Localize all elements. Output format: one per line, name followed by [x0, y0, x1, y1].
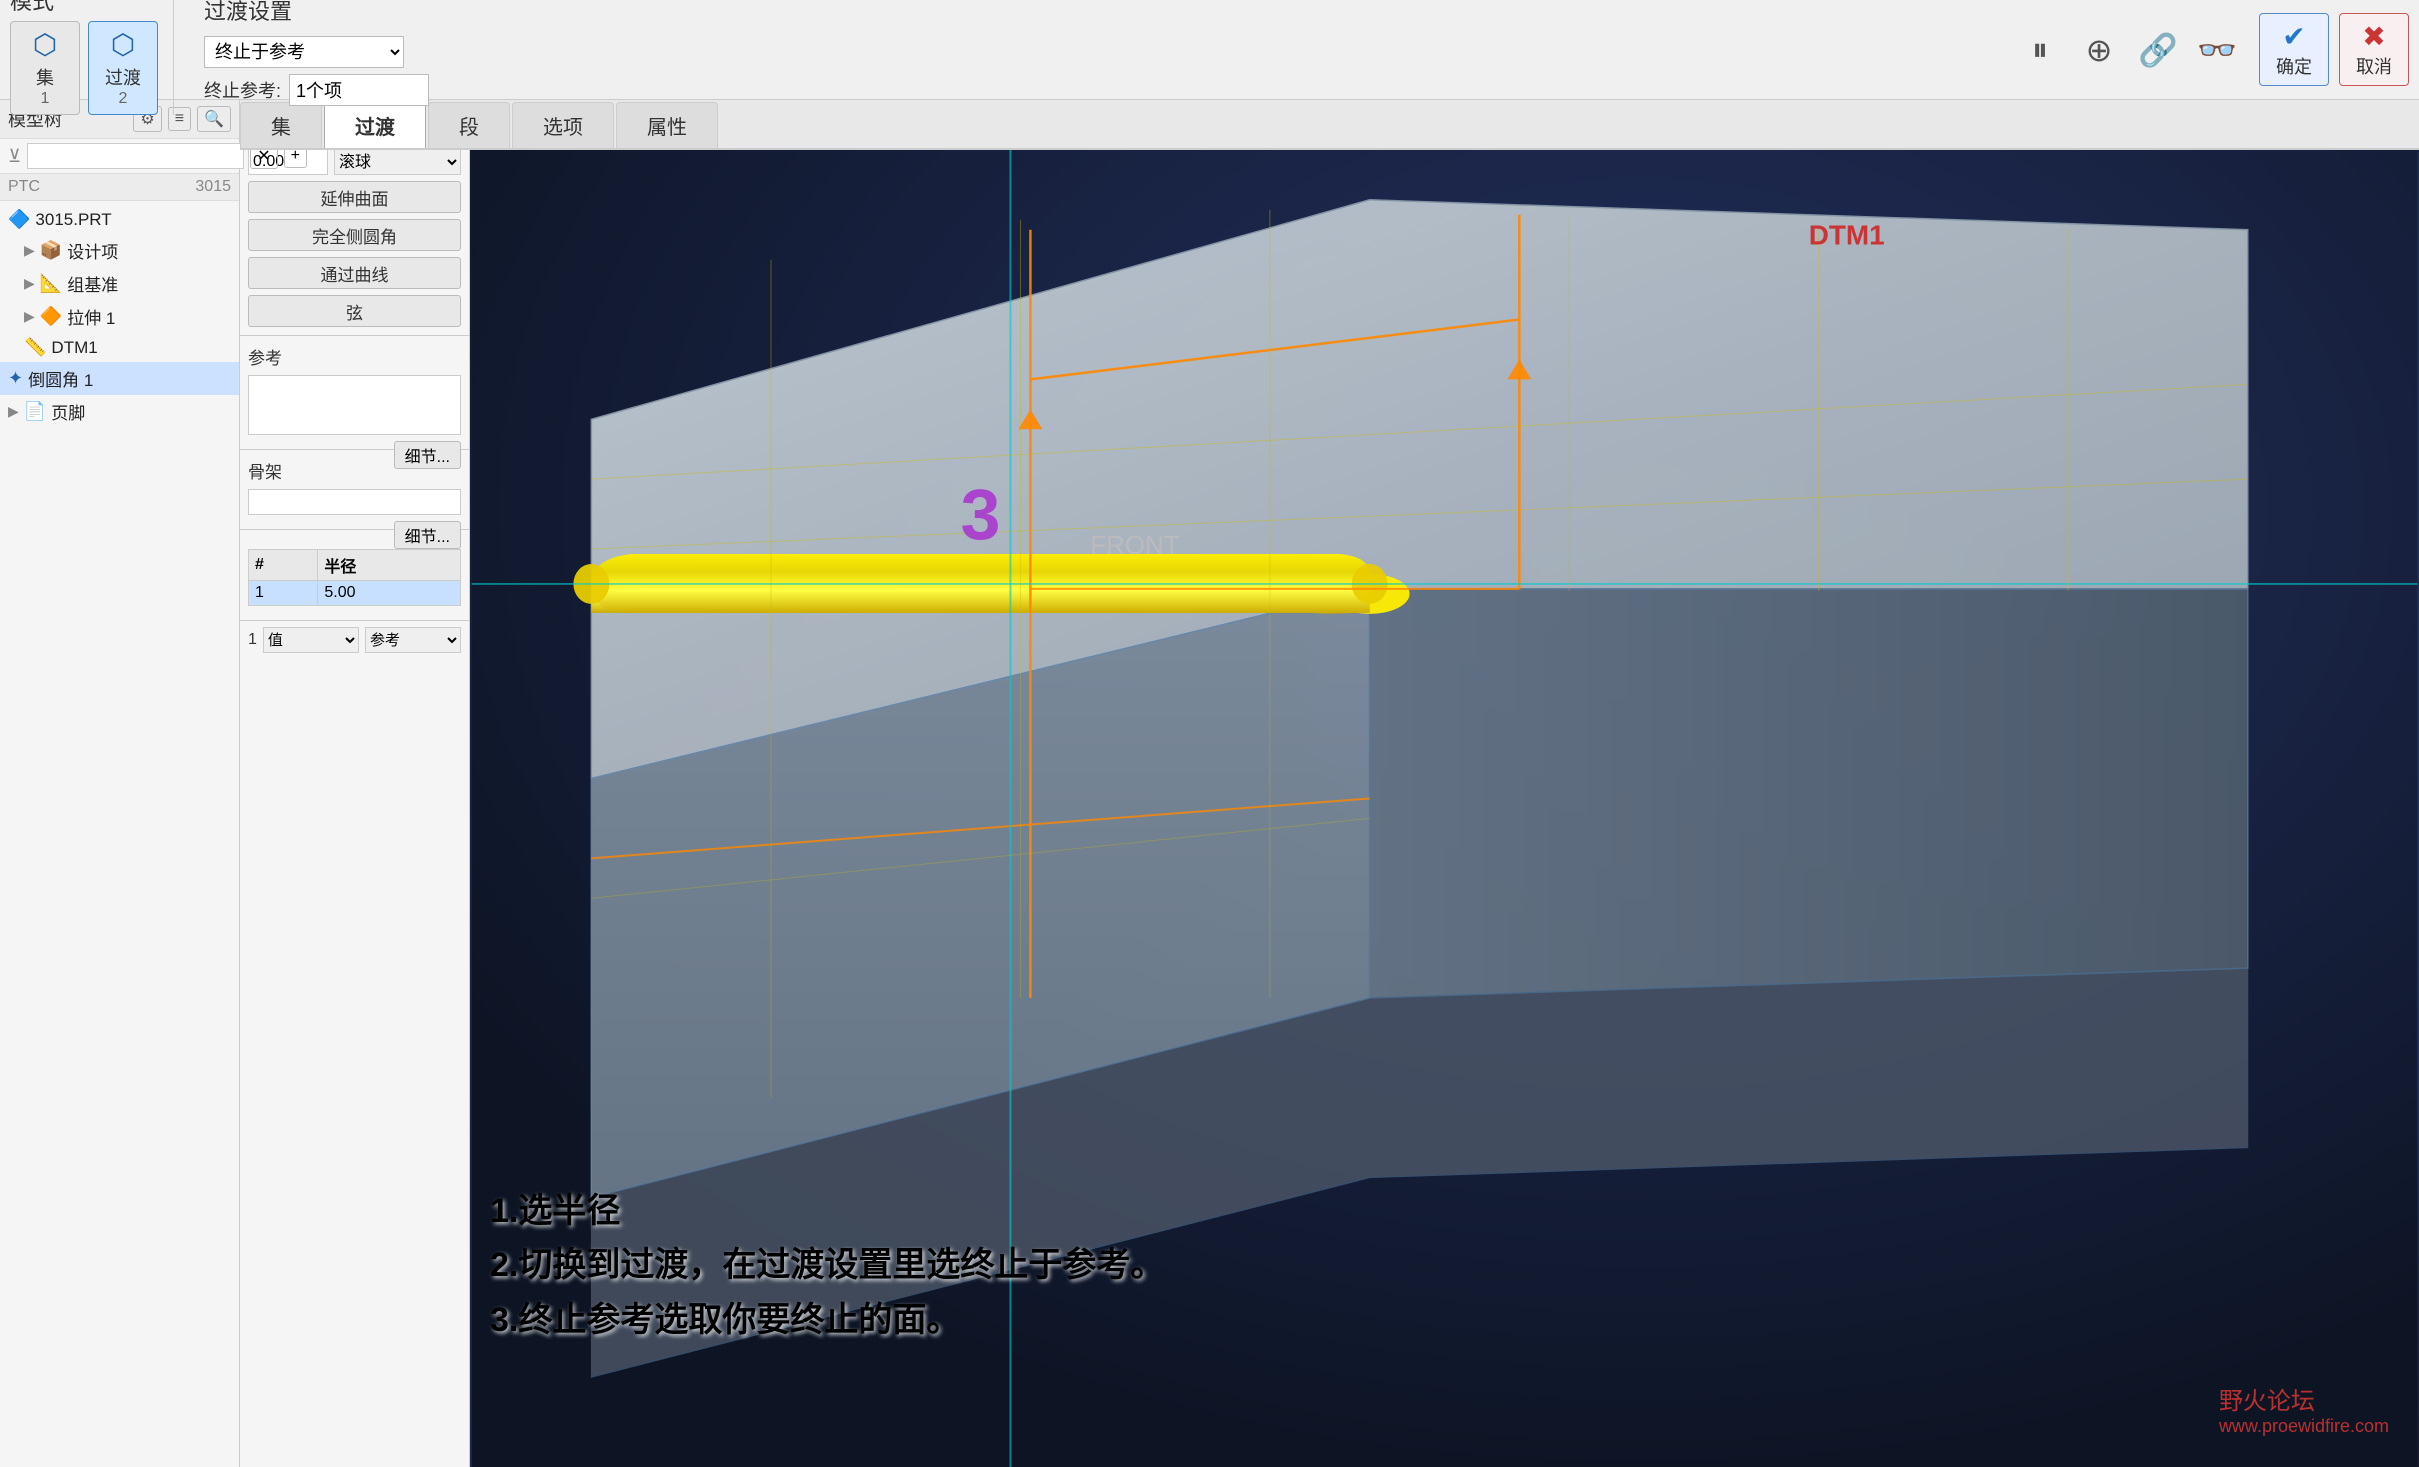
transition-mode-button[interactable]: ⬡ 过渡 2 [88, 21, 158, 115]
ptc-label: PTC [8, 178, 40, 196]
ref-box [248, 375, 461, 435]
filter-icon: ⊻ [8, 146, 21, 167]
cancel-label: 取消 [2356, 53, 2392, 79]
confirm-label: 确定 [2276, 53, 2312, 79]
viewport: DTM1 FRONT 3 1.选半径 2.切换到过渡，在过渡设置里选终止于参考。… [470, 100, 2419, 1467]
tab-segment[interactable]: 段 [428, 102, 510, 148]
end-ref-row: 终止参考: [204, 74, 429, 106]
svg-text:3: 3 [961, 475, 1001, 555]
radius-value: 5.00 [318, 581, 461, 606]
set-btn-num: 1 [41, 90, 50, 108]
tree-search-toggle-button[interactable]: 🔍 [197, 106, 231, 132]
ref-details-button[interactable]: 细节... [394, 441, 461, 469]
end-ref-label: 终止参考: [204, 77, 281, 103]
mode-buttons: ⬡ 集 1 ⬡ 过渡 2 [10, 21, 158, 115]
glasses-button[interactable]: 👓 [2195, 28, 2239, 72]
param-value-row: 滚球 可变扫描 固定 [248, 149, 461, 175]
skeleton-input[interactable] [248, 489, 461, 515]
tab-set[interactable]: 集 [240, 102, 322, 148]
transition-type-select[interactable]: 终止于参考 延伸 自然 切线 [204, 36, 404, 68]
annotation-line1: 1.选半径 [490, 1184, 1164, 1238]
tab-properties[interactable]: 属性 [616, 102, 718, 148]
tree-item-3015prt[interactable]: 🔷 3015.PRT [0, 205, 239, 234]
skeleton-details-button[interactable]: 细节... [394, 521, 461, 549]
watermark-main: 野火论坛 [2219, 1381, 2389, 1416]
bottom-controls: 1 值 参考 选项 参考 [240, 621, 469, 659]
col-num: # [249, 550, 318, 581]
right-panel: 集 1 圆形 D1xD2椭圆 D1xD2倒角 滚球 可变扫描 固定 延伸曲面 完… [240, 100, 470, 1467]
tab-transition[interactable]: 过渡 [324, 102, 426, 148]
tree-item-dtm1[interactable]: 📏 DTM1 [0, 333, 239, 362]
tree-item-design[interactable]: ▶ 📦 设计项 [0, 234, 239, 267]
mode-label: 模式 [10, 0, 54, 16]
through-curve-button[interactable]: 通过曲线 [248, 257, 461, 289]
set-mode-button[interactable]: ⬡ 集 1 [10, 21, 80, 115]
annotation-text: 1.选半径 2.切换到过渡，在过渡设置里选终止于参考。 3.终止参考选取你要终止… [490, 1184, 1164, 1347]
transition-type-row: 终止于参考 延伸 自然 切线 [204, 36, 429, 68]
tab-options[interactable]: 选项 [512, 102, 614, 148]
tree-item-footer[interactable]: ▶ 📄 页脚 [0, 395, 239, 428]
pause-button[interactable]: ⏸ [2018, 28, 2062, 72]
radius-table: # 半径 1 5.00 [248, 549, 461, 606]
action-buttons: 延伸曲面 完全侧圆角 通过曲线 弦 [248, 181, 461, 327]
cancel-button[interactable]: ✖ 取消 [2339, 13, 2409, 86]
tree-search: ⊻ ✕ + [0, 139, 239, 174]
tree-item-fillet1[interactable]: ✦ 倒圆角 1 [0, 362, 239, 395]
mode-section: 模式 ⬡ 集 1 ⬡ 过渡 2 [10, 0, 174, 115]
annotation-line3: 3.终止参考选取你要终止的面。 [490, 1293, 1164, 1347]
tree-search-input[interactable] [27, 143, 244, 169]
col-radius: 半径 [318, 550, 461, 581]
confirm-icon: ✔ [2282, 20, 2305, 53]
cancel-icon: ✖ [2362, 20, 2385, 53]
annotation-line2: 2.切换到过渡，在过渡设置里选终止于参考。 [490, 1238, 1164, 1292]
toolbar-controls: ⏸ ⊕ 🔗 👓 [2018, 28, 2239, 72]
link-button[interactable]: ⊕ [2077, 28, 2121, 72]
transition-btn-label: 过渡 [105, 64, 141, 90]
confirm-cancel-section: ✔ 确定 ✖ 取消 [2259, 13, 2409, 86]
confirm-button[interactable]: ✔ 确定 [2259, 13, 2329, 86]
value-type-select[interactable]: 值 参考 选项 [263, 627, 359, 653]
transition-btn-num: 2 [119, 90, 128, 108]
end-ref-input[interactable] [289, 74, 429, 106]
transition-icon: ⬡ [111, 28, 135, 61]
set-icon: ⬡ [33, 28, 57, 61]
tree-item-extrude1[interactable]: ▶ 🔶 拉伸 1 [0, 300, 239, 333]
chain-button[interactable]: 🔗 [2136, 28, 2180, 72]
tree-item-group-datum[interactable]: ▶ 📐 组基准 [0, 267, 239, 300]
ref-label: 参考 [248, 344, 461, 369]
param-type-select[interactable]: 滚球 可变扫描 固定 [334, 149, 461, 175]
ref-type-select[interactable]: 参考 [365, 627, 461, 653]
ptc-header: PTC 3015 [0, 174, 239, 201]
svg-text:DTM1: DTM1 [1809, 220, 1885, 251]
top-toolbar: 模式 ⬡ 集 1 ⬡ 过渡 2 过渡设置 终止于参考 延伸 自然 切线 [0, 0, 2419, 100]
ref-section: 参考 细节... [240, 336, 469, 450]
extend-surface-button[interactable]: 延伸曲面 [248, 181, 461, 213]
transition-settings-title: 过渡设置 [204, 0, 429, 26]
bottom-num: 1 [248, 631, 257, 649]
watermark: 野火论坛 www.proewidfire.com [2219, 1381, 2389, 1437]
watermark-sub: www.proewidfire.com [2219, 1416, 2389, 1437]
transition-settings-section: 过渡设置 终止于参考 延伸 自然 切线 终止参考: [194, 0, 429, 106]
full-fillet-button[interactable]: 完全侧圆角 [248, 219, 461, 251]
chord-button[interactable]: 弦 [248, 295, 461, 327]
tab-bar: 集 过渡 段 选项 属性 [240, 100, 2419, 150]
left-sidebar: ⊞ 模型树 📁 文件夹 ⭐ 收藏夹 模型树 ⚙ ≡ 🔍 ⊻ ✕ + PTC 30… [0, 0, 240, 1467]
svg-text:FRONT: FRONT [1090, 532, 1179, 560]
set-btn-label: 集 [36, 64, 54, 90]
radius-num: 1 [249, 581, 318, 606]
radius-row-1[interactable]: 1 5.00 [249, 581, 461, 606]
ptc-value: 3015 [195, 178, 231, 196]
tree-items: 🔷 3015.PRT ▶ 📦 设计项 ▶ 📐 组基准 ▶ 🔶 拉伸 1 📏 DT… [0, 201, 239, 1467]
